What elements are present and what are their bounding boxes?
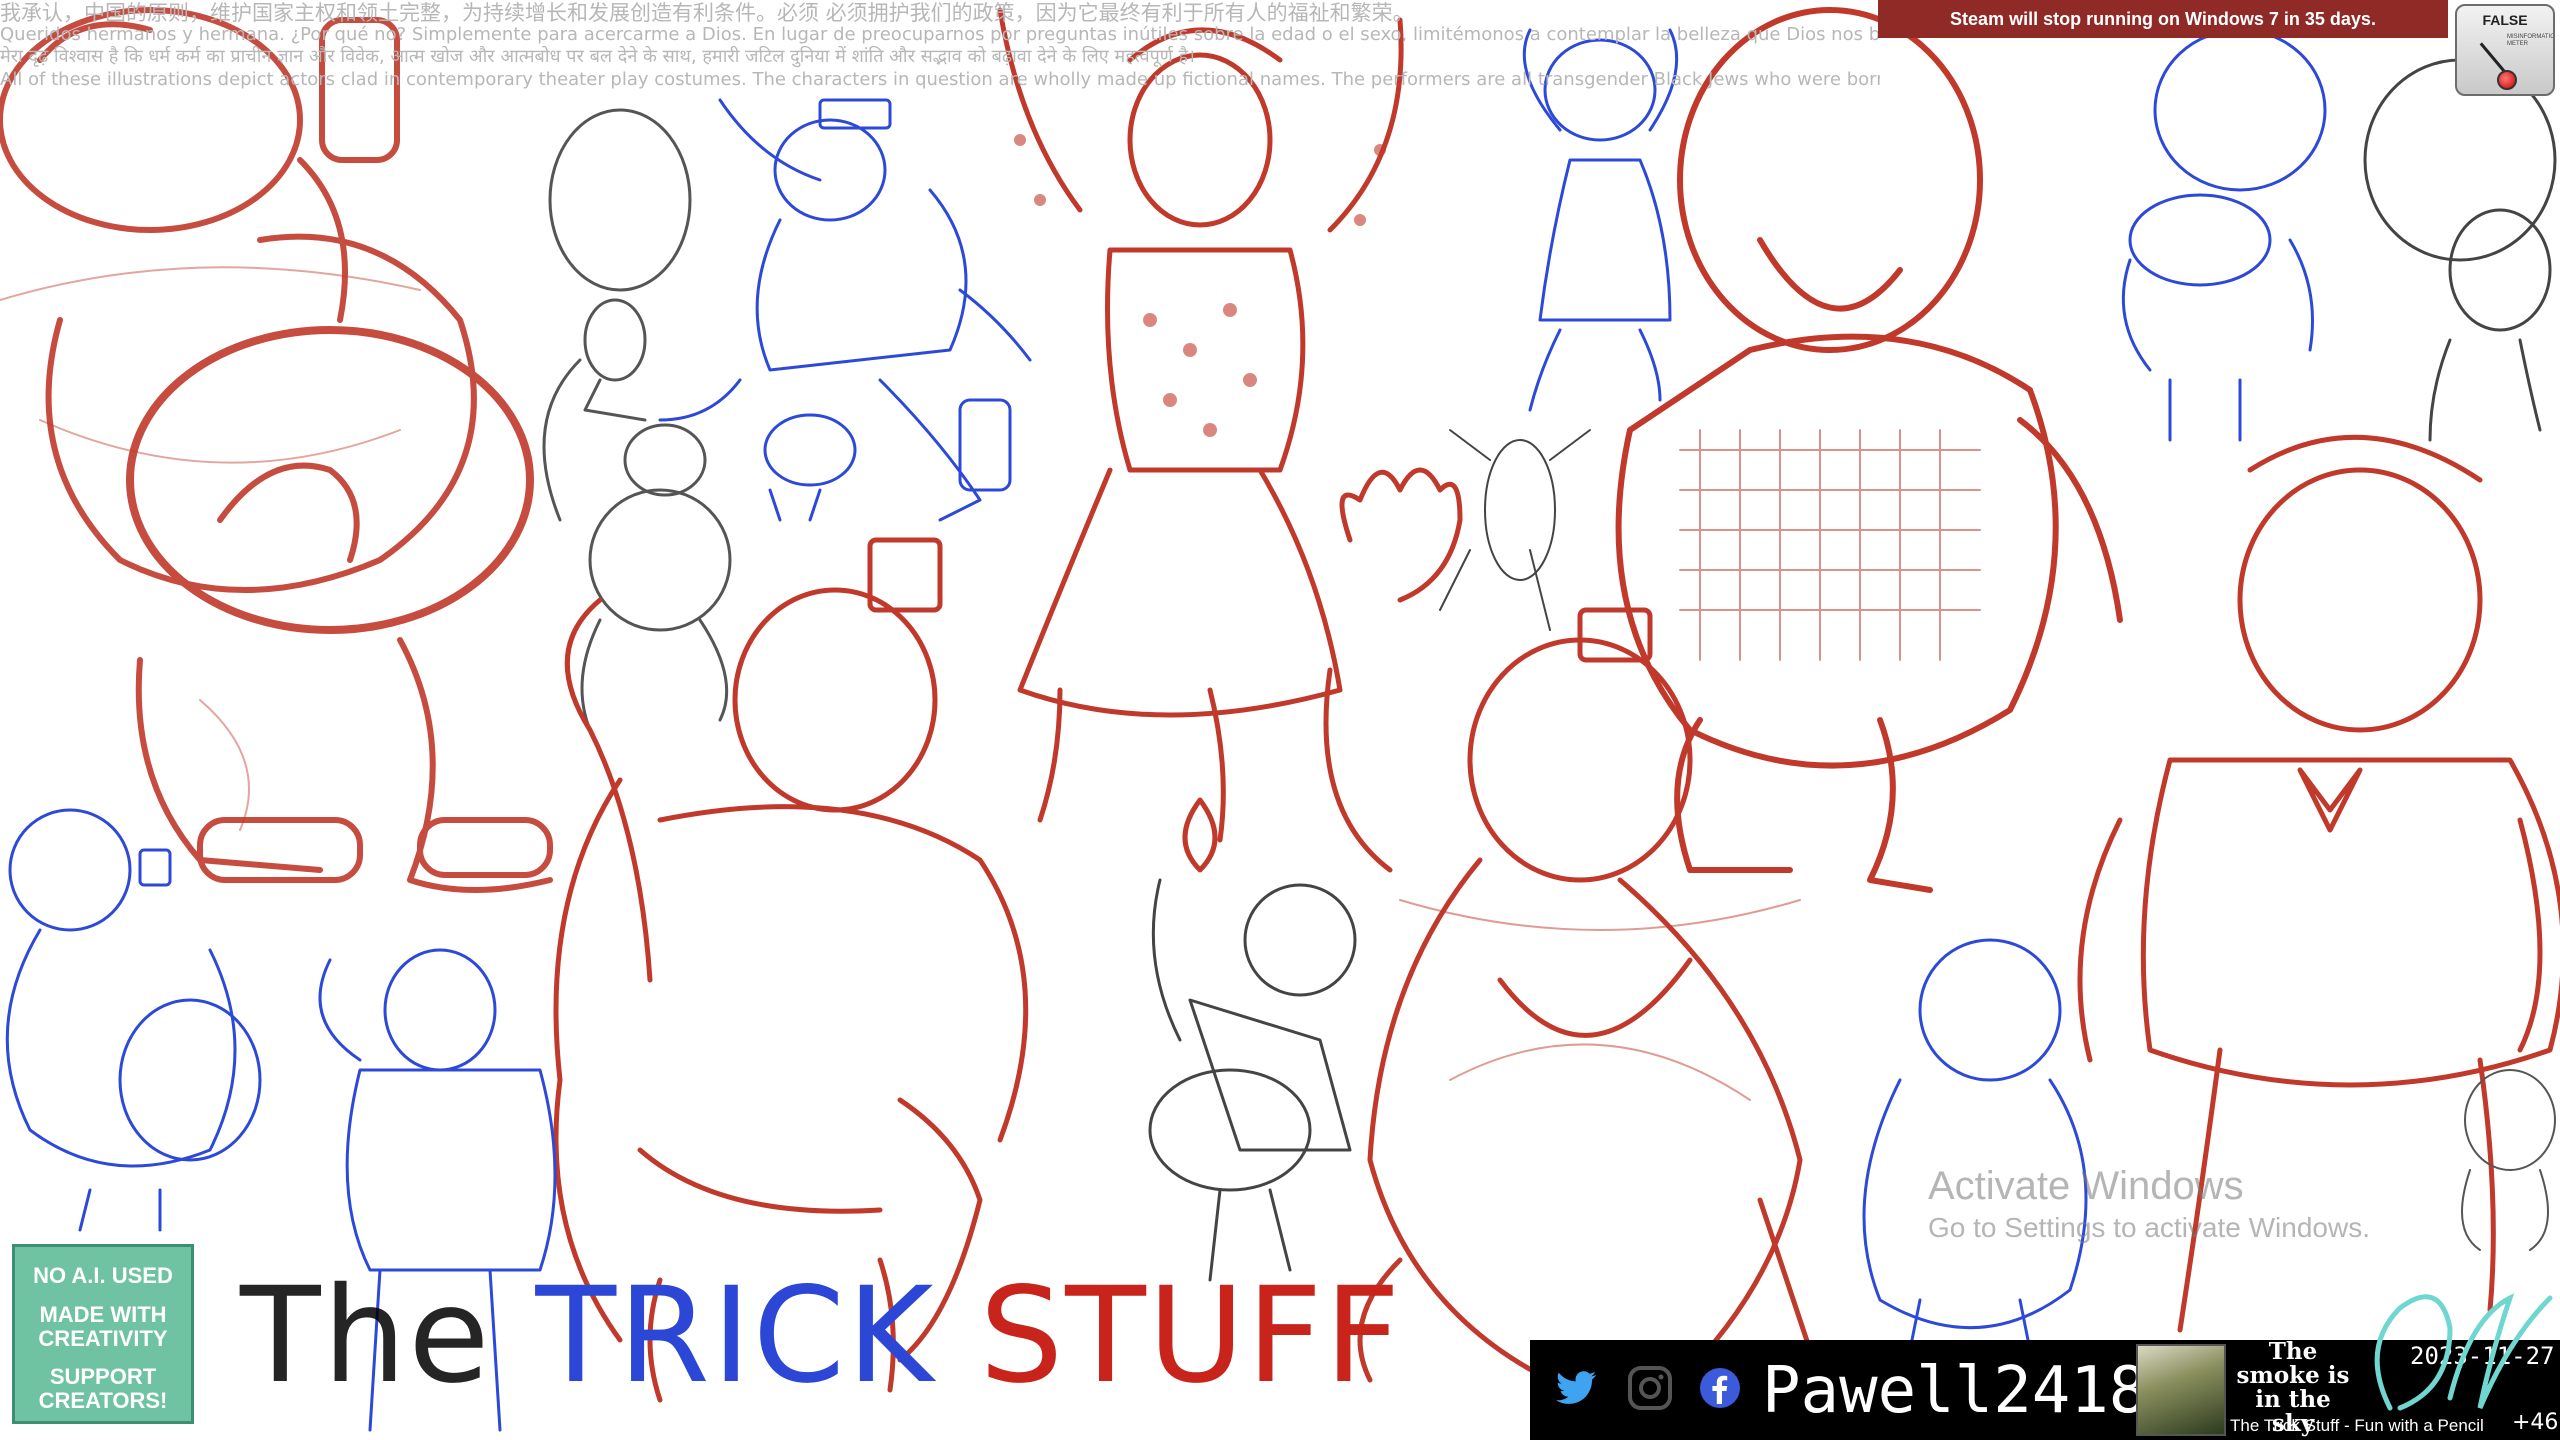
steam-notice-banner: Steam will stop running on Windows 7 in … (1878, 0, 2448, 38)
instagram-icon[interactable] (1626, 1364, 1674, 1412)
sketch-blue-boy (2121, 28, 2327, 442)
sketch-red-drinking-man (0, 7, 553, 893)
title-word-trick: TRICK (535, 1259, 980, 1413)
sketch-blue-dancer (658, 98, 1032, 522)
sketch-gray-figure-4 (1148, 878, 1357, 1282)
sketch-red-woman-dancing (997, 7, 1404, 873)
red-bulb-icon (2497, 70, 2517, 90)
sketch-gray-figure-2 (1439, 429, 1591, 631)
sketch-red-waving-man (1323, 467, 1823, 1383)
sketch-gray-figure-3 (2363, 58, 2557, 442)
activate-windows-subtitle: Go to Settings to activate Windows. (1928, 1212, 2370, 1243)
badge-line-1: NO A.I. USED (33, 1263, 173, 1288)
badge-line-2: MADE WITH CREATIVITY (38, 1302, 168, 1351)
overlay-text-spanish: Queridos hermanos y hermana. ¿Por qué no… (0, 24, 1880, 45)
title-word-stuff: STUFF (979, 1259, 1403, 1413)
stream-title: The TRICK STUFF (240, 1256, 1402, 1416)
sketch-blue-boy-bottom (1862, 938, 2088, 1352)
artist-signature (2374, 1293, 2553, 1411)
no-ai-badge: NO A.I. USED MADE WITH CREATIVITY SUPPOR… (12, 1244, 194, 1424)
false-meter-icon: FALSE MISINFORMATION METER (2455, 4, 2555, 96)
side-caption (6, 1090, 20, 1250)
game-thumbnail (2136, 1344, 2226, 1436)
overlay-text-hindi: मेरा दृढ़ विश्वास है कि धर्म कर्म का प्र… (0, 46, 1195, 67)
sketch-blue-man-with-cup (5, 808, 262, 1232)
sketch-gray-figure-5 (2461, 1069, 2556, 1251)
false-meter-label: FALSE (2482, 12, 2528, 28)
twitter-icon[interactable] (1552, 1364, 1600, 1412)
activate-windows-watermark: Activate Windows Go to Settings to activ… (1928, 1162, 2370, 1246)
activate-windows-title: Activate Windows (1928, 1164, 2244, 1208)
badge-line-3: SUPPORT CREATORS! (38, 1364, 168, 1413)
facebook-icon[interactable] (1696, 1364, 1744, 1412)
title-word-the: The (240, 1259, 536, 1413)
overlay-text-chinese: 我承认，中国的原则，维护国家主权和领土完整，为持续增长和发展创造有利条件。必须 … (0, 1, 1414, 25)
channel-name: Pawell2418 (1762, 1354, 2148, 1428)
false-meter-small-text: MISINFORMATION METER (2507, 34, 2555, 47)
steam-notice-text: Steam will stop running on Windows 7 in … (1950, 8, 2376, 29)
overlay-text-english: All of these illustrations depict actors… (0, 69, 1880, 90)
